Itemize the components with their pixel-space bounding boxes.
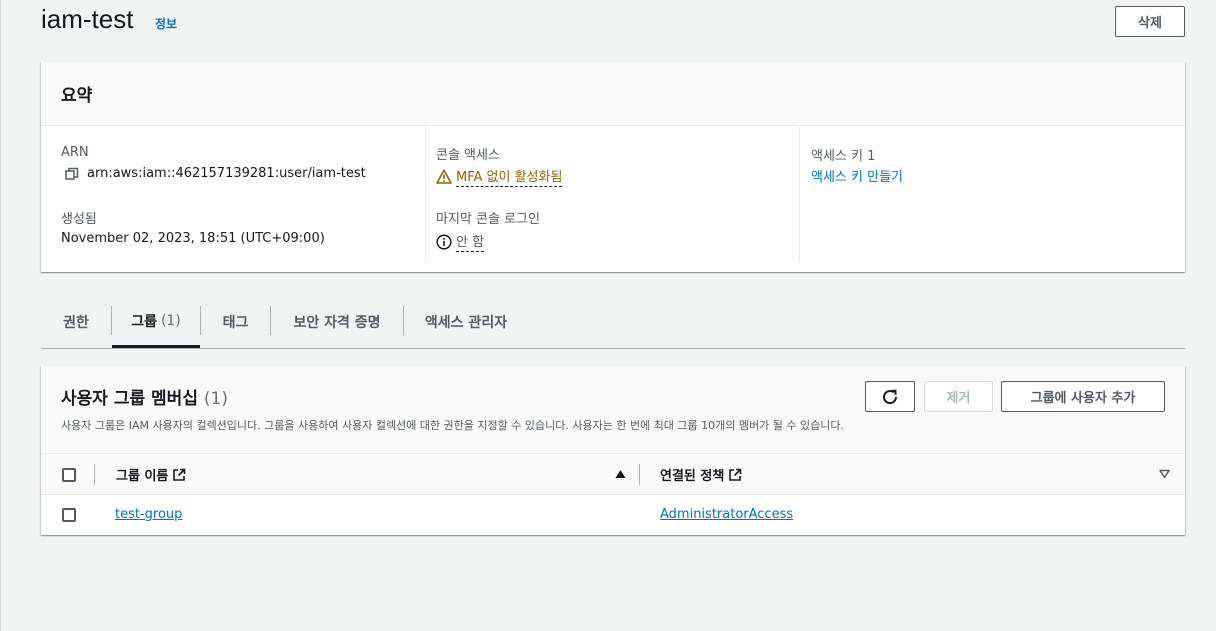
group-membership-panel: 사용자 그룹 멤버십 (1) 사용자 그룹은 IAM 사용자의 컬렉션입니다. … <box>41 366 1185 535</box>
select-all-checkbox[interactable] <box>62 468 76 482</box>
tab-groups-label: 그룹 <box>131 313 157 330</box>
created-value: November 02, 2023, 18:51 (UTC+09:00) <box>61 231 325 246</box>
summary-panel: 요약 ARN arn:aws:iam::462157139281:user/ia… <box>41 62 1185 272</box>
group-membership-count: (1) <box>203 389 228 409</box>
arn-text: arn:aws:iam::462157139281:user/iam-test <box>87 166 366 181</box>
summary-column-access-key: 액세스 키 1 액세스 키 만들기 <box>799 126 1179 262</box>
info-link[interactable]: 정보 <box>155 15 177 32</box>
tab-permissions[interactable]: 권한 <box>41 296 111 348</box>
policy-link[interactable]: AdministratorAccess <box>660 507 793 522</box>
column-header-group-name-text: 그룹 이름 <box>116 469 169 484</box>
arn-value: arn:aws:iam::462157139281:user/iam-test <box>65 166 366 181</box>
sort-caret-icon[interactable] <box>1159 469 1170 479</box>
created-label: 생성됨 <box>61 212 97 227</box>
add-user-to-group-button[interactable]: 그룹에 사용자 추가 <box>1001 381 1165 412</box>
console-access-text: MFA 없이 활성화됨 <box>456 166 563 187</box>
summary-column-console: 콘솔 액세스 MFA 없이 활성화됨 마지막 콘솔 로그인 안 함 <box>425 126 800 262</box>
tab-groups-count: (1) <box>160 312 181 329</box>
column-header-group-name[interactable]: 그룹 이름 <box>116 465 186 484</box>
create-access-key-link[interactable]: 액세스 키 만들기 <box>811 166 903 185</box>
external-link-icon <box>728 468 742 482</box>
sort-ascending-icon[interactable] <box>615 469 626 479</box>
last-login-value[interactable]: 안 함 <box>436 231 485 252</box>
table-row: test-group AdministratorAccess <box>41 495 1185 535</box>
summary-title: 요약 <box>61 86 93 106</box>
refresh-button[interactable] <box>865 381 915 412</box>
tab-tags[interactable]: 태그 <box>201 296 270 348</box>
group-name-link[interactable]: test-group <box>115 507 182 522</box>
tab-bar: 권한 그룹 (1) 태그 보안 자격 증명 액세스 관리자 <box>41 296 1185 349</box>
tab-groups[interactable]: 그룹 (1) <box>112 296 200 348</box>
access-key-label: 액세스 키 1 <box>811 149 876 164</box>
tab-access-advisor[interactable]: 액세스 관리자 <box>404 296 528 348</box>
copy-icon[interactable] <box>65 167 79 181</box>
group-membership-title: 사용자 그룹 멤버십 (1) <box>61 384 228 409</box>
console-access-label: 콘솔 액세스 <box>436 148 500 163</box>
page-header: iam-test 정보 삭제 <box>41 4 1185 40</box>
table-header: 그룹 이름 연결된 정책 <box>41 454 1185 495</box>
row-checkbox[interactable] <box>62 508 76 522</box>
remove-button[interactable]: 제거 <box>924 381 993 412</box>
arn-label: ARN <box>61 145 89 160</box>
group-membership-header: 사용자 그룹 멤버십 (1) 사용자 그룹은 IAM 사용자의 컬렉션입니다. … <box>41 366 1185 454</box>
last-login-label: 마지막 콘솔 로그인 <box>436 212 540 227</box>
refresh-icon <box>881 388 899 406</box>
page-title: iam-test <box>41 4 134 34</box>
delete-button[interactable]: 삭제 <box>1115 6 1185 37</box>
summary-header: 요약 <box>41 62 1185 126</box>
column-header-attached-policies-text: 연결된 정책 <box>660 469 725 484</box>
warning-icon <box>436 169 452 184</box>
info-icon <box>436 233 452 250</box>
tab-security-credentials[interactable]: 보안 자격 증명 <box>271 296 403 348</box>
column-divider <box>639 464 640 485</box>
column-header-attached-policies[interactable]: 연결된 정책 <box>660 465 742 484</box>
external-link-icon <box>172 468 186 482</box>
group-membership-title-text: 사용자 그룹 멤버십 <box>61 389 198 409</box>
group-membership-description: 사용자 그룹은 IAM 사용자의 컬렉션입니다. 그룹을 사용하여 사용자 컬렉… <box>61 419 844 432</box>
column-divider <box>94 464 95 485</box>
console-access-value[interactable]: MFA 없이 활성화됨 <box>436 166 563 187</box>
summary-column-arn: ARN arn:aws:iam::462157139281:user/iam-t… <box>61 126 426 262</box>
last-login-text: 안 함 <box>456 231 485 252</box>
